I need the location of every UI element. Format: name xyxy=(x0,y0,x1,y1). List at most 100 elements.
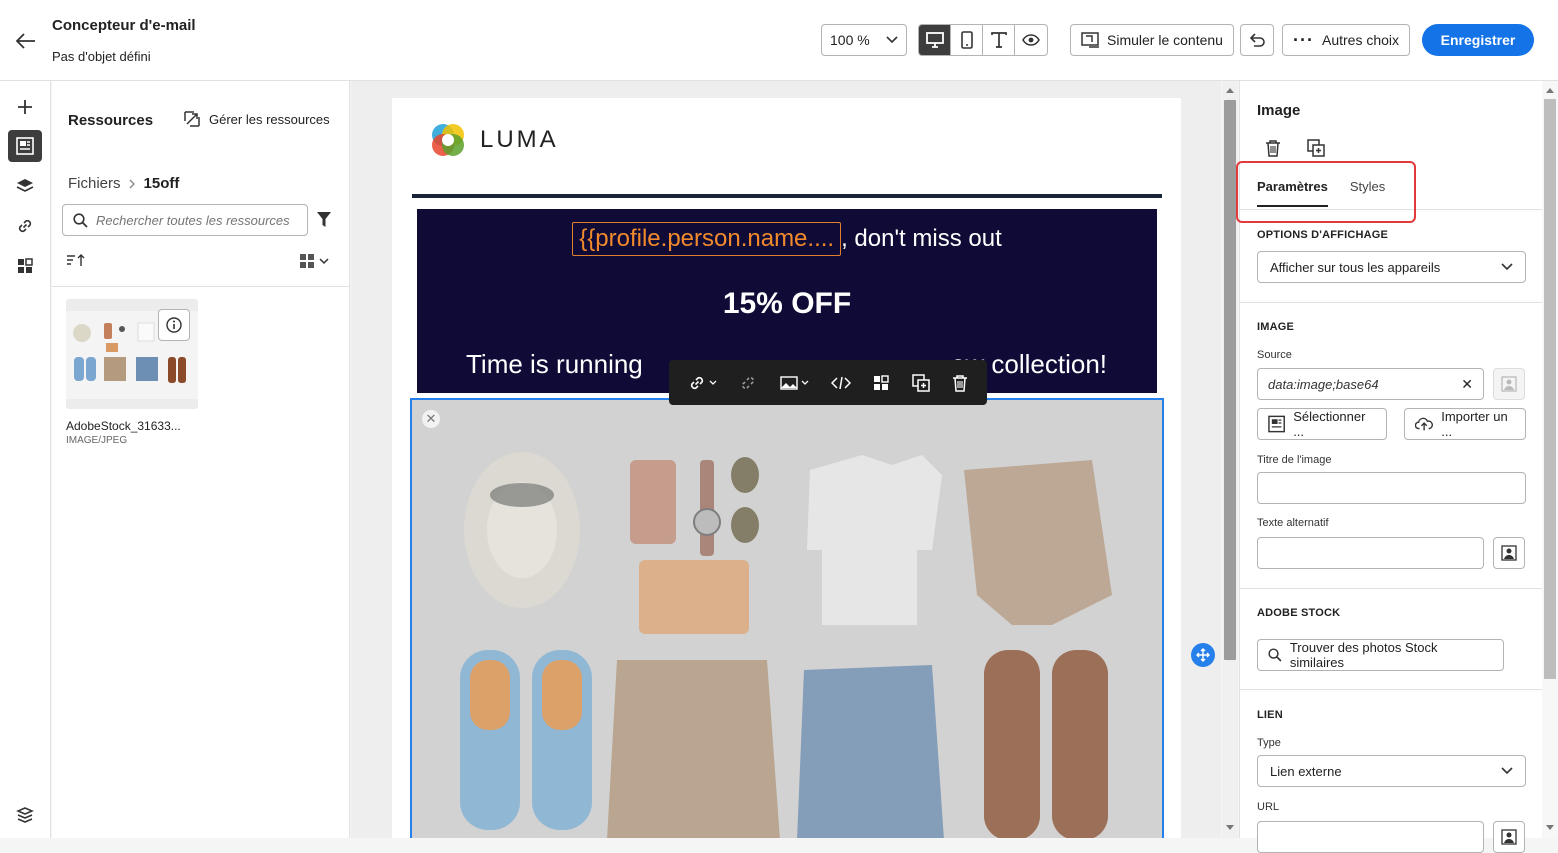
back-arrow-icon[interactable] xyxy=(12,28,40,54)
manage-resources-link[interactable]: Gérer les ressources xyxy=(183,110,330,128)
view-mode-group xyxy=(918,24,1048,56)
alt-text-input[interactable] xyxy=(1268,545,1473,561)
properties-panel: Image Paramètres Styles OPTIONS D'AFFICH… xyxy=(1236,81,1558,853)
luma-logo[interactable]: LUMA xyxy=(428,120,559,160)
filter-icon xyxy=(317,212,331,227)
breadcrumb: Fichiers 15off xyxy=(68,175,179,192)
preview-button[interactable] xyxy=(1015,25,1047,55)
rail-fragments-button[interactable] xyxy=(8,250,42,282)
adobe-stock-heading: ADOBE STOCK xyxy=(1257,607,1341,619)
tab-parametres[interactable]: Paramètres xyxy=(1257,179,1328,207)
url-field[interactable] xyxy=(1257,821,1484,853)
asset-info-button[interactable] xyxy=(158,309,190,341)
image-title-field[interactable] xyxy=(1257,472,1526,504)
rail-assets-button[interactable] xyxy=(8,130,42,162)
props-scroll-thumb[interactable] xyxy=(1544,99,1556,679)
rail-links-button[interactable] xyxy=(8,210,42,242)
link-heading: LIEN xyxy=(1257,709,1283,721)
chevron-down-icon xyxy=(886,36,898,44)
sort-button[interactable] xyxy=(66,253,86,270)
select-label: Sélectionner ... xyxy=(1293,409,1366,439)
greeting-line: {{profile.person.name.... , don't miss o… xyxy=(417,222,1157,256)
simulate-content-button[interactable]: Simuler le contenu xyxy=(1070,24,1234,56)
duplicate-component-button[interactable] xyxy=(1304,136,1328,160)
logo-text: LUMA xyxy=(480,126,559,153)
link-type-dropdown[interactable]: Lien externe xyxy=(1257,755,1526,787)
filter-button[interactable] xyxy=(314,209,334,231)
selected-image-block[interactable]: ✕ xyxy=(410,398,1164,838)
resource-search[interactable] xyxy=(62,204,308,236)
breadcrumb-files[interactable]: Fichiers xyxy=(68,175,121,192)
image-toolbar xyxy=(669,360,987,405)
mobile-view-button[interactable] xyxy=(951,25,983,55)
add-block-handle[interactable] xyxy=(1191,643,1215,667)
image-title-input[interactable] xyxy=(1268,480,1515,496)
toolbar-delete-button[interactable] xyxy=(952,368,968,398)
simulate-label: Simuler le contenu xyxy=(1107,32,1223,48)
headline: 15% OFF xyxy=(722,287,852,320)
toolbar-layout-button[interactable] xyxy=(873,368,889,398)
toolbar-code-button[interactable] xyxy=(830,368,851,398)
chevron-down-icon xyxy=(319,257,329,264)
header-bar: Concepteur d'e-mail Pas d'objet défini 1… xyxy=(0,0,1558,81)
asset-thumbnail xyxy=(66,299,198,409)
link-icon xyxy=(18,219,32,233)
search-icon xyxy=(1268,648,1282,662)
close-icon[interactable]: ✕ xyxy=(422,410,440,428)
import-button[interactable]: Importer un ... xyxy=(1404,408,1526,440)
layer-tree-icon xyxy=(16,807,34,823)
toolbar-image-button[interactable] xyxy=(780,368,809,398)
undo-button[interactable] xyxy=(1240,24,1274,56)
duplicate-icon xyxy=(1307,139,1325,157)
sort-icon xyxy=(67,254,85,266)
zoom-select[interactable]: 100 % xyxy=(821,24,907,56)
toolbar-unlink-button[interactable] xyxy=(739,368,757,398)
asset-type: IMAGE/JPEG xyxy=(66,435,128,446)
undo-icon xyxy=(1249,33,1265,47)
simulate-icon xyxy=(1081,32,1099,48)
info-icon xyxy=(166,317,182,333)
source-preview-button[interactable] xyxy=(1493,368,1525,400)
alt-text-field[interactable] xyxy=(1257,537,1484,569)
tab-styles[interactable]: Styles xyxy=(1350,179,1385,207)
assets-icon xyxy=(1268,415,1285,433)
url-label: URL xyxy=(1257,801,1280,813)
more-options-button[interactable]: ··· Autres choix xyxy=(1282,24,1411,56)
resources-panel: Ressources Gérer les ressources Fichiers… xyxy=(52,81,350,838)
save-button[interactable]: Enregistrer xyxy=(1422,24,1534,56)
display-options-dropdown[interactable]: Afficher sur tous les appareils xyxy=(1257,251,1526,283)
tabs-divider xyxy=(1240,209,1542,210)
manage-resources-label: Gérer les ressources xyxy=(209,111,330,127)
toolbar-duplicate-button[interactable] xyxy=(911,368,930,398)
duplicate-icon xyxy=(911,373,930,392)
rail-tree-button[interactable] xyxy=(8,799,42,831)
search-input[interactable] xyxy=(96,212,296,228)
clear-icon[interactable]: ✕ xyxy=(1461,376,1473,393)
desktop-view-button[interactable] xyxy=(919,25,951,55)
select-asset-button[interactable]: Sélectionner ... xyxy=(1257,408,1387,440)
grid-view-button[interactable] xyxy=(299,253,329,269)
canvas-scroll-thumb[interactable] xyxy=(1224,100,1236,660)
rail-add-button[interactable] xyxy=(8,91,42,123)
personalize-url-button[interactable] xyxy=(1493,821,1525,853)
personalize-icon xyxy=(1501,545,1517,561)
text-view-button[interactable] xyxy=(983,25,1015,55)
layers-icon xyxy=(16,179,34,192)
luma-logo-icon xyxy=(432,124,464,156)
personalization-token[interactable]: {{profile.person.name.... xyxy=(572,222,842,256)
page-subtitle: Pas d'objet défini xyxy=(52,49,151,64)
source-value: data:image;base64 xyxy=(1268,376,1379,392)
personalize-alt-button[interactable] xyxy=(1493,537,1525,569)
rail-layers-button[interactable] xyxy=(8,170,42,202)
header-rule xyxy=(412,194,1162,198)
source-field[interactable]: data:image;base64 ✕ xyxy=(1257,368,1484,400)
asset-card[interactable]: AdobeStock_31633... IMAGE/JPEG xyxy=(66,299,198,446)
link-type-value: Lien externe xyxy=(1270,763,1342,779)
left-rail xyxy=(0,81,51,838)
image-preview-icon xyxy=(1501,376,1517,392)
delete-component-button[interactable] xyxy=(1261,136,1285,160)
assets-icon xyxy=(16,137,34,155)
find-stock-button[interactable]: Trouver des photos Stock similaires xyxy=(1257,639,1504,671)
toolbar-link-button[interactable] xyxy=(688,368,717,398)
layout-icon xyxy=(874,374,889,390)
